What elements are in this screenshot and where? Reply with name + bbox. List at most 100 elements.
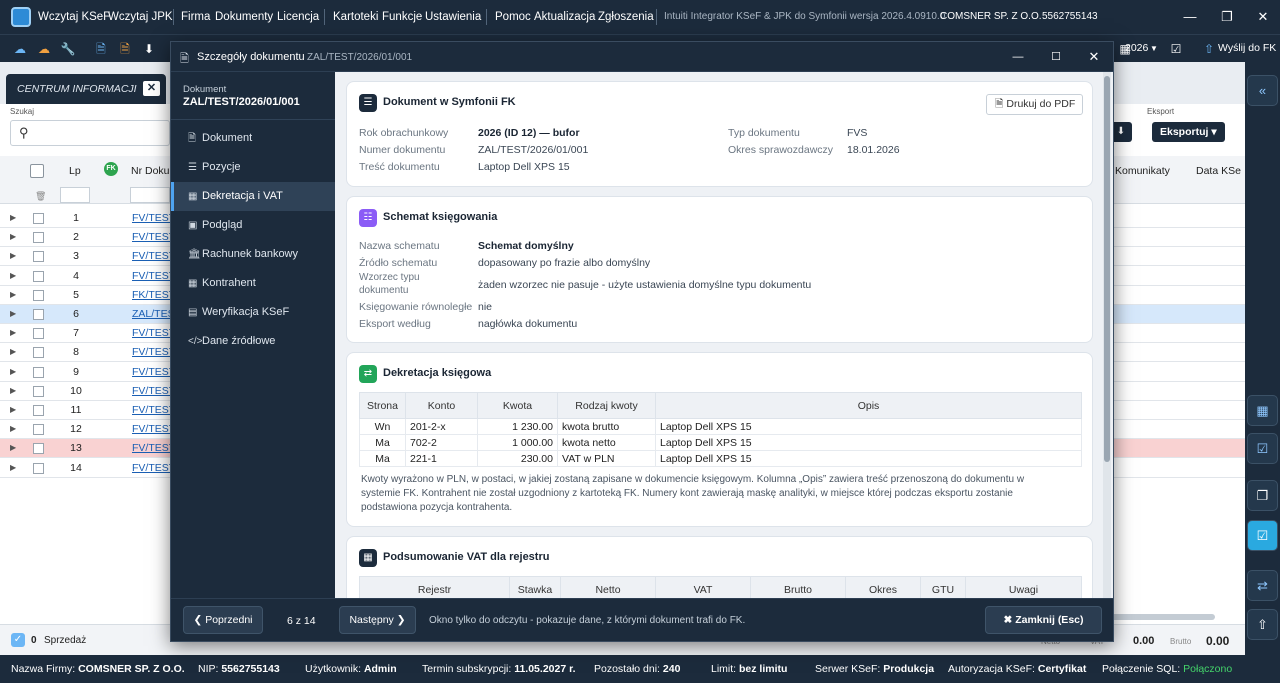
row-checkbox[interactable] [33,443,44,455]
nav-podglad[interactable]: ▣ Podgląd [171,211,335,240]
trash-icon[interactable]: 🗑 [35,191,46,202]
row-checkbox[interactable] [33,328,44,340]
row-checkbox[interactable] [33,366,44,378]
row-checkbox[interactable] [33,289,44,301]
next-button[interactable]: Następny ❯ [339,606,416,634]
row-doc-link[interactable]: FK/TEST [132,289,175,301]
year-select[interactable]: 2026 [1125,35,1148,62]
previous-button[interactable]: ❮ Poprzedni [183,606,263,634]
row-checkbox[interactable] [33,462,44,474]
expand-arrow-icon[interactable]: ▶ [10,443,16,452]
row-doc-link[interactable]: FV/TEST [132,462,175,474]
menu-wczytaj-ksef[interactable]: Wczytaj KSeF [38,0,110,34]
menu-pomoc[interactable]: Pomoc [495,0,531,34]
file-xml-icon[interactable]: 🗎 [116,40,134,58]
menu-funkcje[interactable]: Funkcje [382,0,422,34]
upload-icon[interactable]: ⇧ [1247,609,1278,640]
calendar-check-icon[interactable]: ☑ [1167,40,1185,58]
row-checkbox[interactable] [33,213,44,224]
row-doc-link[interactable]: FV/TEST [132,327,175,339]
row-checkbox[interactable] [33,309,44,320]
scrollbar-thumb[interactable] [1104,76,1110,462]
nav-dokument[interactable]: 🗎 Dokument [171,124,335,153]
file-icon[interactable]: 🗎 [92,40,110,58]
nav-pozycje[interactable]: ☰ Pozycje [171,153,335,182]
cloud-download-icon[interactable]: ☁ [35,40,53,58]
row-checkbox[interactable] [33,405,44,416]
menu-kartoteki[interactable]: Kartoteki [333,0,378,34]
expand-arrow-icon[interactable]: ▶ [10,290,16,299]
row-doc-link[interactable]: FV/TEST [132,231,175,243]
row-checkbox[interactable] [33,424,44,436]
download-icon[interactable]: ⬇ [140,40,158,58]
expand-arrow-icon[interactable]: ▶ [10,405,16,414]
row-checkbox[interactable] [33,251,44,263]
row-checkbox[interactable] [33,270,44,282]
row-doc-link[interactable]: FV/TEST [132,442,175,454]
menu-wczytaj-jpk[interactable]: Wczytaj JPK [108,0,173,34]
nav-kontrahent[interactable]: ▦ Kontrahent [171,269,335,298]
row-doc-link[interactable]: FV/TEST [132,346,175,358]
expand-arrow-icon[interactable]: ▶ [10,424,16,433]
expand-arrow-icon[interactable]: ▶ [10,463,16,472]
menu-zgloszenia[interactable]: Zgłoszenia [598,0,654,34]
nav-rachunek-bankowy[interactable]: 🏛 Rachunek bankowy [171,240,335,269]
send-to-fk-button[interactable]: Wyślij do FK [1218,35,1276,62]
minimize-icon[interactable]: — [1181,8,1199,26]
expand-arrow-icon[interactable]: ▶ [10,213,16,222]
col-lp[interactable]: Lp [69,165,81,177]
col-nr-dokumentu[interactable]: Nr Doku [131,165,170,177]
menu-firma[interactable]: Firma [181,0,210,34]
checklist-icon[interactable]: ☑ [1247,520,1278,551]
row-checkbox[interactable] [33,232,44,244]
swap-icon[interactable]: ⇄ [1247,570,1278,601]
menu-aktualizacja[interactable]: Aktualizacja [534,0,595,34]
export-button[interactable]: Eksportuj ▾ [1152,122,1225,142]
copy-icon[interactable]: ❐ [1247,480,1278,511]
expand-arrow-icon[interactable]: ▶ [10,251,16,260]
menu-dokumenty[interactable]: Dokumenty [215,0,273,34]
expand-arrow-icon[interactable]: ▶ [10,328,16,337]
nav-dekretacja-i-vat[interactable]: ▦ Dekretacja i VAT [171,182,335,211]
cloud-upload-icon[interactable]: ☁ [11,40,29,58]
row-doc-link[interactable]: FV/TEST [132,385,175,397]
expand-arrow-icon[interactable]: ▶ [10,367,16,376]
row-doc-link[interactable]: FV/TEST [132,250,175,262]
calendar-check-icon[interactable]: ☑ [1247,433,1278,464]
menu-ustawienia[interactable]: Ustawienia [425,0,481,34]
close-button[interactable]: ✖ Zamknij (Esc) [985,606,1102,634]
tab-centrum-informacji[interactable]: CENTRUM INFORMACJI ✕ [6,74,166,104]
expand-arrow-icon[interactable]: ▶ [10,386,16,395]
expand-arrow-icon[interactable]: ▶ [10,271,16,280]
maximize-icon[interactable]: ❐ [1218,8,1236,26]
dialog-maximize-icon[interactable]: ☐ [1047,48,1065,66]
dialog-minimize-icon[interactable]: — [1009,48,1027,66]
dialog-close-icon[interactable]: ✕ [1085,48,1103,66]
expand-arrow-icon[interactable]: ▶ [10,347,16,356]
row-doc-link[interactable]: FV/TEST [132,212,175,224]
calendar-icon[interactable]: ▦ [1247,395,1278,426]
close-icon[interactable]: ✕ [1254,8,1272,26]
print-pdf-button[interactable]: 🗎 Drukuj do PDF [986,94,1083,115]
row-checkbox[interactable] [33,347,44,359]
nav-weryfikacja-ksef[interactable]: ▤ Weryfikacja KSeF [171,298,335,327]
send-icon[interactable]: ⇧ [1200,40,1218,58]
wrench-icon[interactable]: 🔧 [59,40,77,58]
doc-filter-input[interactable] [130,187,170,203]
col-data-ksef[interactable]: Data KSe [1196,165,1241,177]
menu-licencja[interactable]: Licencja [277,0,319,34]
row-doc-link[interactable]: FV/TEST [132,270,175,282]
close-tab-icon[interactable]: ✕ [143,81,160,96]
row-doc-link[interactable]: FV/TEST [132,366,175,378]
search-input[interactable]: ⚲ [10,120,170,146]
expand-arrow-icon[interactable]: ▶ [10,309,16,318]
col-komunikaty[interactable]: Komunikaty [1115,165,1170,177]
row-checkbox[interactable] [33,385,44,397]
collapse-panel-icon[interactable]: « [1247,75,1278,106]
expand-arrow-icon[interactable]: ▶ [10,232,16,241]
nav-dane-zrodlowe[interactable]: </> Dane źródłowe [171,327,335,356]
row-doc-link[interactable]: FV/TEST [132,423,175,435]
content-scrollbar[interactable] [1103,72,1111,598]
select-all-checkbox[interactable] [30,164,44,178]
row-doc-link[interactable]: FV/TEST [132,404,175,416]
